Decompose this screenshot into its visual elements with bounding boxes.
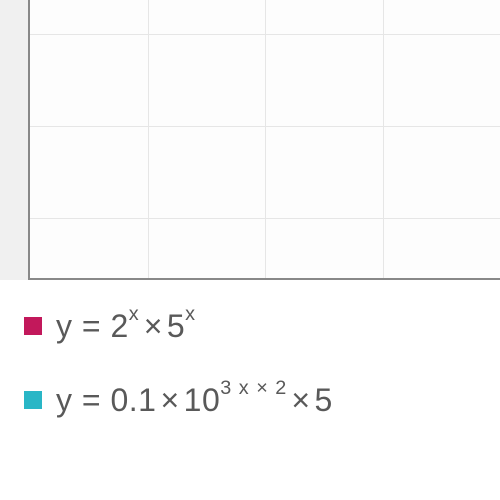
series-formula: y = 0.1×103 x × 2×5 [56,384,333,416]
formula-text: y = 0.1 [56,382,156,418]
legend-item-1[interactable]: y = 2x×5x [24,310,476,342]
plot-grid[interactable] [30,0,500,280]
legend: y = 2x×5x y = 0.1×103 x × 2×5 [0,280,500,426]
legend-item-2[interactable]: y = 0.1×103 x × 2×5 [24,384,476,416]
y-axis [0,0,30,280]
formula-text: 10 [184,382,221,418]
formula-exponent: x [129,303,140,325]
formula-text: 5 [315,382,333,418]
multiply-symbol: × [287,382,314,418]
x-axis [30,278,500,280]
formula-text: 5 [167,308,185,344]
chart-grid-area [0,0,500,280]
formula-exponent: x [185,303,196,325]
series-swatch-icon [24,391,42,409]
multiply-symbol: × [156,382,183,418]
formula-exponent: 3 x × 2 [220,377,287,399]
series-formula: y = 2x×5x [56,310,196,342]
formula-text: y = 2 [56,308,129,344]
series-swatch-icon [24,317,42,335]
multiply-symbol: × [140,308,167,344]
